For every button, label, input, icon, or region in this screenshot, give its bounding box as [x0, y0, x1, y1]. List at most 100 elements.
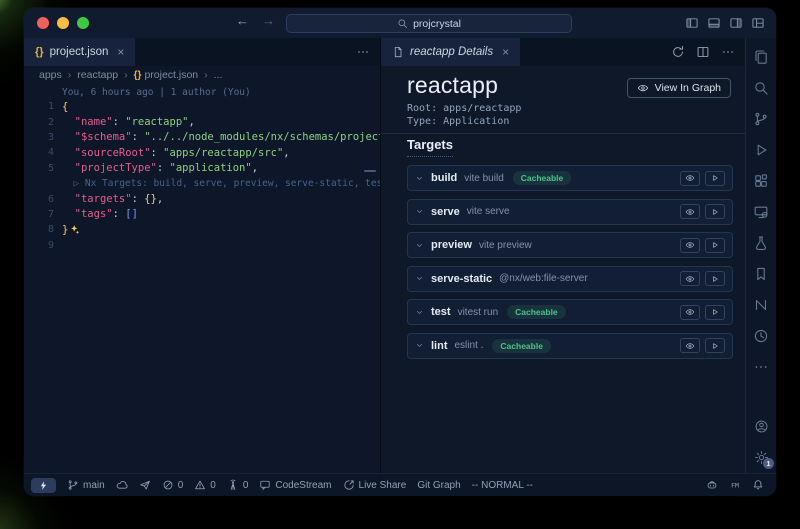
layout-customize-icon[interactable] [751, 16, 765, 30]
chevron-down-icon[interactable] [415, 207, 424, 216]
close-tab-icon[interactable]: × [117, 45, 124, 59]
eye-icon [637, 82, 649, 94]
run-target-button[interactable] [705, 271, 725, 286]
code-token: "$schema" [75, 131, 132, 143]
activity-more[interactable] [746, 351, 776, 382]
code-line-body: "tags": [] [62, 208, 138, 220]
activity-search[interactable] [746, 72, 776, 103]
target-command: vitest run [458, 307, 499, 318]
more-icon[interactable] [721, 45, 735, 59]
more-actions-icon[interactable] [356, 45, 370, 59]
activity-run-debug[interactable] [746, 134, 776, 165]
navigate-forward-icon[interactable]: → [262, 13, 275, 28]
nx-targets-inline-hint[interactable]: ▷ Nx Targets: build, serve, preview, ser… [62, 178, 380, 189]
minimize-window-button[interactable] [57, 17, 69, 29]
layout-panel-icon[interactable] [707, 16, 721, 30]
project-root-line: Root: apps/reactapp [407, 102, 745, 115]
status-copilot[interactable] [706, 479, 718, 491]
chevron-down-icon[interactable] [415, 241, 424, 250]
testing-icon [753, 235, 769, 251]
run-target-button[interactable] [705, 305, 725, 320]
zap-icon [38, 480, 49, 491]
command-center-search[interactable]: projcrystal [286, 14, 572, 33]
activity-settings-gear[interactable]: 1 [746, 442, 776, 473]
show-config-button[interactable] [680, 305, 700, 320]
status-git-graph[interactable]: Git Graph [417, 480, 460, 491]
chevron-down-icon[interactable] [415, 308, 424, 317]
status-zap[interactable] [31, 478, 56, 493]
activity-nx-console[interactable] [746, 289, 776, 320]
run-target-button[interactable] [705, 238, 725, 253]
show-config-button[interactable] [680, 171, 700, 186]
target-row-lint[interactable]: linteslint .Cacheable [407, 333, 733, 359]
code-line-body: "targets": {}, [62, 193, 163, 205]
activity-extensions[interactable] [746, 165, 776, 196]
fm-icon: FM [729, 479, 741, 491]
line-number: 2 [24, 117, 54, 128]
tab-reactapp-details[interactable]: reactapp Details × [381, 38, 520, 66]
breadcrumb: apps›reactapp›{}project.json›... [24, 66, 380, 84]
status-error[interactable]: 0 [162, 479, 184, 491]
zoom-window-button[interactable] [77, 17, 89, 29]
breadcrumb-item[interactable]: reactapp [77, 69, 118, 81]
layout-controls [685, 16, 765, 30]
code-line: 9 [24, 238, 380, 253]
chevron-down-icon[interactable] [415, 174, 424, 183]
status-codestream[interactable]: CodeStream [259, 479, 331, 491]
activity-testing[interactable] [746, 227, 776, 258]
layout-sidebar-right-icon[interactable] [729, 16, 743, 30]
activity-history[interactable] [746, 320, 776, 351]
run-target-button[interactable] [705, 338, 725, 353]
status-normal[interactable]: -- NORMAL -- [472, 480, 533, 491]
status-cloud[interactable] [116, 479, 128, 491]
target-row-test[interactable]: testvitest runCacheable [407, 299, 733, 325]
status-fm[interactable]: FM [729, 479, 741, 491]
code-editor[interactable]: You, 6 hours ago | 1 author (You) 1{2 "n… [24, 84, 380, 473]
status-warning[interactable]: 0 [194, 479, 216, 491]
target-row-serve-static[interactable]: serve-static@nx/web:file-server [407, 266, 733, 292]
status-radio-tower[interactable]: 0 [227, 479, 249, 491]
run-target-button[interactable] [705, 171, 725, 186]
layout-sidebar-left-icon[interactable] [685, 16, 699, 30]
target-row-serve[interactable]: servevite serve [407, 199, 733, 225]
navigate-back-icon[interactable]: ← [236, 13, 249, 28]
show-config-button[interactable] [680, 271, 700, 286]
radio-tower-icon [227, 479, 239, 491]
target-name: serve-static [431, 273, 492, 285]
status-git-branch[interactable]: main [67, 479, 105, 491]
status-label: main [83, 480, 105, 491]
refresh-icon[interactable] [671, 45, 685, 59]
activity-remote-explorer[interactable] [746, 196, 776, 227]
target-name: test [431, 306, 451, 318]
breadcrumb-item[interactable]: {}project.json [134, 69, 199, 81]
breadcrumb-item[interactable]: ... [214, 69, 223, 81]
chevron-down-icon[interactable] [415, 341, 424, 350]
close-window-button[interactable] [37, 17, 49, 29]
tab-project-json[interactable]: {} project.json × [24, 38, 135, 66]
activity-account[interactable] [746, 411, 776, 442]
run-target-button[interactable] [705, 204, 725, 219]
status-bar: main000CodeStreamLive ShareGit Graph-- N… [24, 473, 776, 496]
target-row-build[interactable]: buildvite buildCacheable [407, 165, 733, 191]
close-tab-icon[interactable]: × [502, 45, 509, 59]
chevron-down-icon[interactable] [415, 274, 424, 283]
status-live-share[interactable]: Live Share [343, 479, 407, 491]
activity-explorer[interactable] [746, 41, 776, 72]
eye-icon [685, 274, 695, 284]
code-token: "apps/reactapp/src" [163, 147, 283, 159]
show-config-button[interactable] [680, 338, 700, 353]
svg-text:FM: FM [731, 482, 739, 490]
show-config-button[interactable] [680, 238, 700, 253]
target-row-preview[interactable]: previewvite preview [407, 232, 733, 258]
status-bell[interactable] [752, 479, 764, 491]
breadcrumb-item[interactable]: apps [39, 69, 62, 81]
view-in-graph-button[interactable]: View In Graph [627, 78, 731, 98]
status-bird[interactable] [139, 479, 151, 491]
code-token [62, 208, 75, 220]
split-editor-icon[interactable] [696, 45, 710, 59]
activity-source-control[interactable] [746, 103, 776, 134]
sparkle-icon[interactable] [69, 224, 80, 235]
activity-bookmarks[interactable] [746, 258, 776, 289]
warning-icon [194, 479, 206, 491]
show-config-button[interactable] [680, 204, 700, 219]
